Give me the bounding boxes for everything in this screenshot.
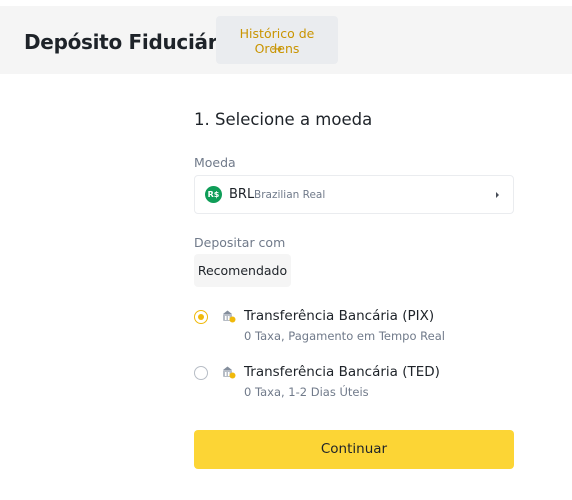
option-description: 0 Taxa, 1-2 Dias Úteis bbox=[244, 385, 369, 399]
deposit-option-pix[interactable]: Transferência Bancária (PIX) 0 Taxa, Pag… bbox=[194, 308, 514, 348]
continue-button[interactable]: Continuar bbox=[194, 430, 514, 469]
currency-code: BRL bbox=[229, 187, 255, 202]
option-title: Transferência Bancária (TED) bbox=[244, 364, 440, 380]
bank-transfer-icon bbox=[223, 366, 236, 379]
page-title: Depósito Fiduciário bbox=[24, 30, 238, 54]
currency-select[interactable]: R$ BRL Brazilian Real bbox=[194, 175, 514, 214]
brl-currency-icon: R$ bbox=[205, 186, 222, 203]
bank-transfer-icon bbox=[223, 310, 236, 323]
option-description: 0 Taxa, Pagamento em Tempo Real bbox=[244, 329, 445, 343]
arrow-right-icon: → bbox=[271, 42, 283, 57]
caret-right-icon bbox=[496, 192, 499, 198]
option-title: Transferência Bancária (PIX) bbox=[244, 308, 435, 324]
radio-ted[interactable] bbox=[194, 366, 208, 380]
currency-name: Brazilian Real bbox=[254, 189, 326, 201]
radio-pix[interactable] bbox=[194, 310, 208, 324]
step-title: 1. Selecione a moeda bbox=[194, 110, 373, 129]
deposit-option-ted[interactable]: Transferência Bancária (TED) 0 Taxa, 1-2… bbox=[194, 364, 514, 404]
order-history-button[interactable]: Histórico de Ordens → bbox=[216, 16, 338, 64]
tab-recommended[interactable]: Recomendado bbox=[194, 254, 291, 287]
currency-label: Moeda bbox=[194, 155, 236, 170]
deposit-method-label: Depositar com bbox=[194, 235, 286, 250]
